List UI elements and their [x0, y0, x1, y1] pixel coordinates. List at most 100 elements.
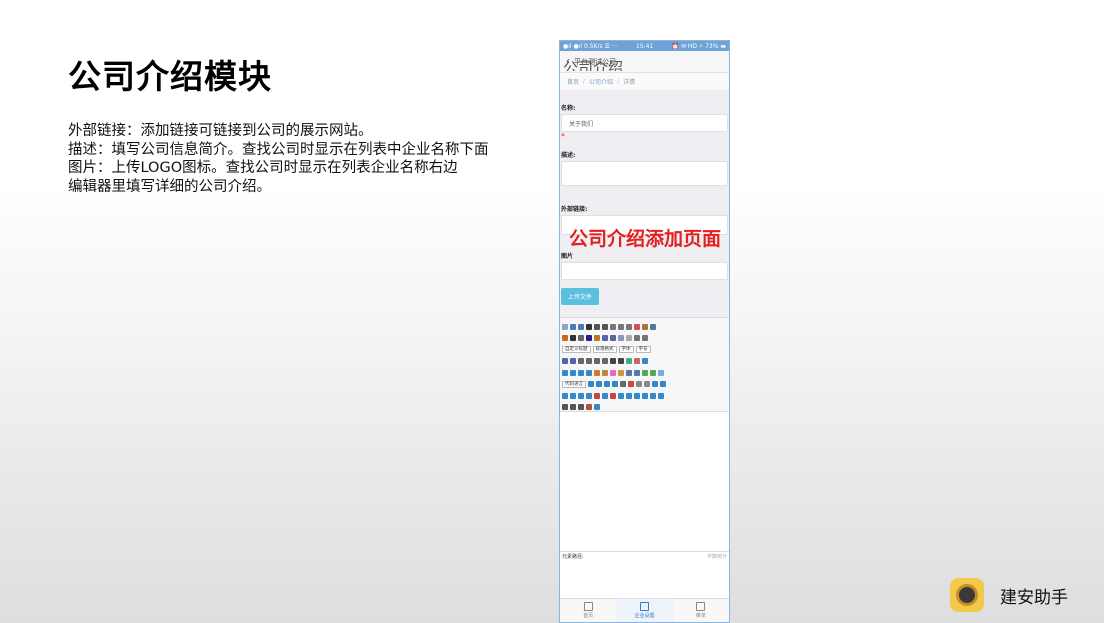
gmap-icon[interactable] [658, 369, 664, 376]
bold-icon[interactable] [586, 323, 592, 330]
unlink-icon[interactable] [634, 358, 640, 364]
link-icon[interactable] [626, 358, 632, 364]
italic-icon[interactable] [594, 323, 600, 330]
custom-title-select[interactable]: 自定义标题 [562, 346, 591, 353]
format-brush-icon[interactable] [642, 323, 648, 330]
align-left-icon[interactable] [578, 358, 584, 364]
underline-icon[interactable] [602, 323, 608, 330]
insert-table-icon[interactable] [562, 392, 568, 399]
map-icon[interactable] [650, 369, 656, 376]
uppercase-icon[interactable] [610, 358, 616, 364]
insert-col-icon[interactable] [602, 392, 608, 399]
webapp-icon[interactable] [604, 381, 610, 387]
align-right-icon[interactable] [594, 358, 600, 364]
image-input[interactable] [561, 262, 728, 280]
date-icon[interactable] [628, 381, 634, 387]
link-label: 外部链接: [561, 206, 588, 213]
align-center-icon[interactable] [586, 358, 592, 364]
tab-label: 企业设置 [634, 613, 655, 619]
merge-cells-icon[interactable] [618, 392, 624, 399]
search-replace-icon[interactable] [578, 404, 584, 410]
video-icon[interactable] [626, 369, 632, 376]
delete-table-icon[interactable] [570, 392, 576, 399]
print-icon[interactable] [562, 404, 568, 410]
split-cols-icon[interactable] [658, 392, 664, 399]
superscript-icon[interactable] [618, 323, 624, 330]
image-left-icon[interactable] [570, 369, 576, 376]
name-input[interactable]: 关于我们 [561, 114, 728, 132]
split-cells-icon[interactable] [642, 392, 648, 399]
emotion-icon[interactable] [610, 369, 616, 376]
highlight-icon[interactable] [594, 335, 600, 341]
ordered-list-icon[interactable] [602, 335, 608, 341]
undo-icon[interactable] [570, 323, 576, 330]
merge-right-icon[interactable] [626, 392, 632, 399]
lowercase-icon[interactable] [618, 358, 624, 364]
spechars-icon[interactable] [644, 381, 650, 387]
quote-icon[interactable] [650, 323, 656, 330]
scrawl-icon[interactable] [618, 369, 624, 376]
insert-frame-icon[interactable] [588, 381, 594, 387]
time-icon[interactable] [636, 381, 642, 387]
insert-code-icon[interactable] [596, 381, 602, 387]
breadcrumb-company-intro[interactable]: 公司介绍 [589, 77, 613, 86]
wordimage-icon[interactable] [660, 381, 666, 387]
line-height-icon[interactable] [642, 335, 648, 341]
editor-content-area[interactable] [560, 411, 729, 551]
description-block: 外部链接：添加链接可链接到公司的展示网站。 描述：填写公司信息简介。查找公司时显… [68, 122, 548, 196]
image-center-icon[interactable] [586, 369, 592, 376]
help-icon[interactable] [594, 404, 600, 410]
preview-icon[interactable] [570, 404, 576, 410]
slide-title: 公司介绍模块 [68, 57, 272, 96]
ltr-icon[interactable] [562, 358, 568, 364]
row-spacing-icon[interactable] [634, 335, 640, 341]
tab-company-settings[interactable]: 企业设置 [616, 599, 673, 622]
desc-input[interactable] [561, 161, 728, 186]
subscript-icon[interactable] [626, 323, 632, 330]
table-icon[interactable] [578, 335, 584, 341]
tab-home[interactable]: 首页 [560, 599, 616, 622]
blockquote-icon[interactable] [570, 335, 576, 341]
anchor-icon[interactable] [642, 358, 648, 364]
breadcrumb-separator: / [583, 78, 586, 85]
merge-down-icon[interactable] [634, 392, 640, 399]
align-justify-icon[interactable] [602, 358, 608, 364]
pagebreak-icon[interactable] [612, 381, 618, 387]
status-left: ●ıl ●ıl 0.5K/s ☰ ··· [563, 42, 618, 50]
insert-row-icon[interactable] [586, 392, 592, 399]
paragraph-select[interactable]: 段落格式 [592, 346, 617, 353]
status-time: 15:41 [635, 42, 654, 50]
snapscreen-icon[interactable] [652, 381, 658, 387]
upload-button[interactable]: 上传文件 [561, 288, 600, 305]
split-rows-icon[interactable] [650, 392, 656, 399]
brand: 建安助手 [950, 578, 1068, 612]
insert-image-icon[interactable] [602, 369, 608, 376]
image-right-icon[interactable] [578, 369, 584, 376]
simple-upload-icon[interactable] [594, 369, 600, 376]
desc-label: 描述: [561, 152, 576, 159]
horizontal-rule-icon[interactable] [620, 381, 626, 387]
html-icon[interactable] [562, 323, 568, 330]
rtl-icon[interactable] [570, 358, 576, 364]
format-clear-icon[interactable] [634, 323, 640, 330]
paste-icon[interactable] [562, 335, 568, 341]
size-select[interactable]: 字号 [635, 346, 651, 353]
tab-label: 首页 [583, 613, 594, 619]
breadcrumb-home[interactable]: 首页 [567, 77, 579, 86]
delete-col-icon[interactable] [610, 392, 616, 399]
font-select[interactable]: 字体 [618, 346, 634, 353]
clear-doc-icon[interactable] [626, 335, 632, 341]
image-icon[interactable] [562, 369, 568, 376]
font-color-icon[interactable] [586, 335, 592, 341]
delete-row-icon[interactable] [594, 392, 600, 399]
code-language-select[interactable]: 代码语言 [562, 380, 586, 388]
redo-icon[interactable] [578, 323, 584, 330]
unordered-list-icon[interactable] [610, 335, 616, 341]
insert-para-before-table-icon[interactable] [578, 392, 584, 399]
music-icon[interactable] [634, 369, 640, 376]
select-all-icon[interactable] [618, 335, 624, 341]
tab-menu[interactable]: 菜单 [673, 599, 729, 622]
attachment-icon[interactable] [642, 369, 648, 376]
strike-icon[interactable] [610, 323, 616, 330]
drafts-icon[interactable] [586, 404, 592, 410]
